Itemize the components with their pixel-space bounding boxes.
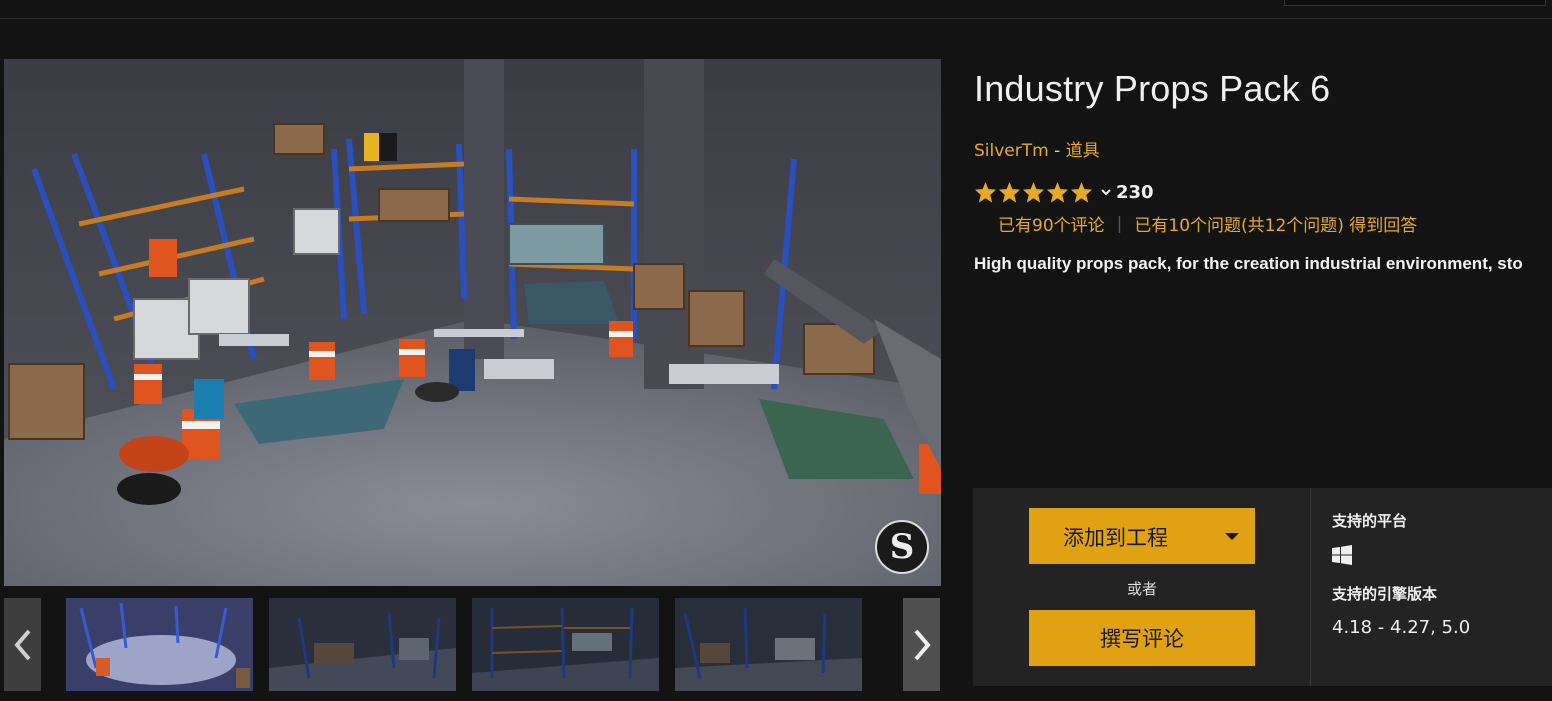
platform-heading: 支持的平台	[1332, 512, 1408, 530]
panel-divider	[1310, 488, 1311, 686]
gallery-prev-button[interactable]	[4, 598, 41, 691]
hero-scene	[4, 59, 941, 586]
seller-separator: -	[1048, 141, 1066, 161]
seller-link[interactable]: SilverTm	[974, 141, 1049, 161]
gallery-next-button[interactable]	[903, 598, 940, 691]
engine-heading: 支持的引擎版本	[1332, 585, 1438, 603]
add-to-project-button[interactable]: 添加到工程	[1029, 508, 1255, 564]
thumbnail-image	[66, 598, 253, 691]
hero-image[interactable]: S	[4, 59, 941, 586]
rating-row[interactable]: 230	[974, 179, 1154, 205]
chevron-left-icon	[13, 629, 31, 660]
star-icon	[998, 181, 1021, 203]
windows-icon	[1332, 545, 1352, 565]
thumbnail-4[interactable]	[675, 598, 862, 691]
review-links: 已有90个评论 | 已有10个问题(共12个问题) 得到回答	[998, 211, 1417, 237]
thumbnail-3[interactable]	[472, 598, 659, 691]
publisher-logo: S	[875, 520, 929, 574]
star-icon	[1070, 181, 1093, 203]
thumbnail-2[interactable]	[269, 598, 456, 691]
chevron-down-icon[interactable]	[1100, 186, 1112, 198]
seller-line: SilverTm - 道具	[974, 136, 1100, 161]
thumbnail-1[interactable]	[66, 598, 253, 691]
rating-count: 230	[1116, 181, 1154, 203]
product-title: Industry Props Pack 6	[974, 68, 1331, 109]
or-label: 或者	[1127, 580, 1158, 598]
star-icon	[974, 181, 997, 203]
link-divider: |	[1116, 213, 1123, 234]
thumbnail-image	[269, 598, 456, 691]
category-link[interactable]: 道具	[1066, 141, 1100, 161]
engine-versions: 4.18 - 4.27, 5.0	[1332, 617, 1471, 638]
star-icon	[1046, 181, 1069, 203]
thumbnail-image	[472, 598, 659, 691]
write-review-button[interactable]: 撰写评论	[1029, 610, 1255, 666]
thumbnail-strip	[4, 598, 941, 691]
add-to-project-label: 添加到工程	[1063, 526, 1168, 550]
search-input[interactable]	[1284, 0, 1546, 6]
purchase-panel: 添加到工程 或者 撰写评论 支持的平台 支持的引擎版本 4.18 - 4.27,…	[973, 488, 1552, 686]
chevron-right-icon	[913, 629, 931, 660]
caret-down-icon[interactable]	[1225, 533, 1239, 540]
star-icon	[1022, 181, 1045, 203]
reviews-link[interactable]: 已有90个评论	[998, 211, 1105, 236]
questions-link[interactable]: 已有10个问题(共12个问题) 得到回答	[1134, 211, 1417, 236]
thumbnail-image	[675, 598, 862, 691]
product-description: High quality props pack, for the creatio…	[974, 254, 1523, 273]
top-bar	[0, 0, 1552, 19]
